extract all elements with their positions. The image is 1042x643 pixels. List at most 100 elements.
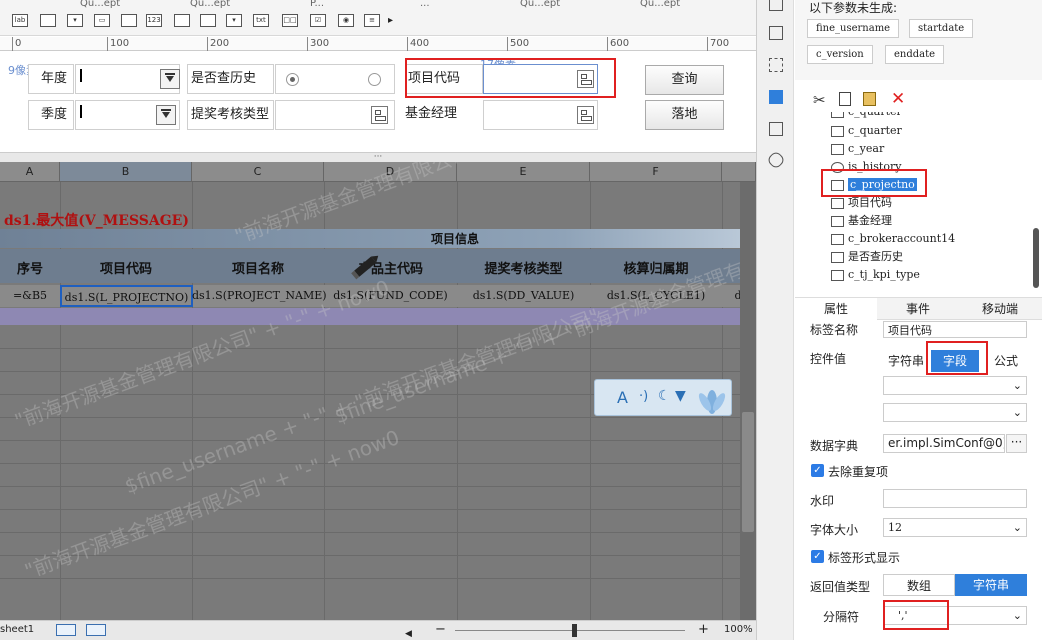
label-widget-icon[interactable]: lab [12,14,28,27]
header-cell[interactable]: 序号 [0,258,60,277]
ime-skin-icon[interactable]: ▼ [675,388,686,404]
number-icon[interactable]: ▭ [94,14,110,27]
vertical-scrollbar[interactable] [740,182,756,622]
reward-type-tree-combo[interactable] [275,100,395,130]
param-chip[interactable]: enddate [885,45,945,64]
tree-item[interactable]: 基金经理 [831,212,892,229]
header-cell[interactable]: 产品主代码 [324,258,457,277]
tree-combo-icon[interactable] [200,14,216,27]
more-icon[interactable]: ▸ [388,15,393,26]
quarter-combo[interactable] [75,100,180,130]
file-tab[interactable]: Qu...ept [520,0,560,8]
return-string-option[interactable]: 字符串 [955,574,1027,596]
data-cell[interactable]: =&B5 [0,285,60,307]
param-chip[interactable]: startdate [909,19,974,38]
column-header[interactable] [722,162,756,182]
param-chip[interactable]: c_version [807,45,873,64]
data-cell-selected[interactable]: ds1.S(L_PROJECTNO) [60,285,193,307]
fund-manager-tree-combo[interactable] [483,100,598,130]
ime-moon-icon[interactable]: ☾ [658,388,671,404]
layout-icon[interactable] [769,0,783,11]
data-cell[interactable]: ds1.S(DD_VALUE) [457,285,590,307]
column-header[interactable]: C [192,162,324,182]
list-icon[interactable]: ≡ [364,14,380,27]
pane-splitter[interactable]: ··· [0,152,756,162]
copy-icon[interactable] [839,92,851,106]
group-header-band[interactable]: 项目信息 [0,229,756,248]
year-combo[interactable] [75,64,180,94]
tree-scrollbar[interactable] [1033,228,1039,288]
file-tab[interactable]: Qu...ept [640,0,680,8]
ime-punct-icon[interactable]: ·) [639,389,648,404]
tab-mobile[interactable]: 移动端 [959,298,1041,320]
delete-icon[interactable]: ✕ [891,89,905,109]
file-tab[interactable]: P... [310,0,324,8]
seg-string[interactable]: 字符串 [885,350,927,372]
cut-icon[interactable]: ✂ [813,91,826,109]
tree-item[interactable]: c_brokeraccount14 [831,230,955,247]
tree-icon[interactable] [577,106,594,124]
tree-item[interactable]: c_quarter [831,112,902,120]
column-header[interactable]: B [60,162,192,182]
add-poly-sheet-icon[interactable] [86,624,106,636]
ellipsis-button[interactable]: ··· [1006,434,1027,453]
tree-item[interactable]: c_tj_kpi_type [831,266,920,283]
datetime-icon[interactable]: ▾ [226,14,242,27]
radio-yes[interactable] [286,73,299,86]
button-group-icon[interactable]: □□ [282,14,298,27]
tree-item[interactable]: c_year [831,140,884,157]
widget-settings-icon[interactable] [769,90,783,104]
textfield-icon[interactable] [40,14,56,27]
file-tab[interactable]: Qu...ept [190,0,230,8]
list-panel-icon[interactable] [769,122,783,136]
export-button[interactable]: 落地 [645,100,724,130]
checkbox-group-icon[interactable]: ☑ [310,14,326,27]
header-cell[interactable]: 项目名称 [192,258,324,277]
dropdown-arrow-icon[interactable] [160,69,180,89]
radio-group-icon[interactable]: ◉ [338,14,354,27]
link-icon[interactable] [766,150,786,170]
data-dict-field[interactable]: er.impl.SimConf@0]] [883,434,1005,453]
label-style-checkbox[interactable]: ✓ [811,550,824,563]
scroll-left-icon[interactable]: ◀ [405,625,412,643]
header-cell[interactable]: 提奖考核类型 [457,258,590,277]
column-header[interactable]: A [0,162,60,182]
zoom-slider-track[interactable] [455,630,685,631]
add-sheet-icon[interactable] [56,624,76,636]
tree-combo-icon[interactable] [174,14,190,27]
sheet-tab[interactable]: sheet1 [0,621,34,639]
label-name-field[interactable]: 项目代码 [883,321,1027,338]
tree-item[interactable]: c_quarter [831,122,902,139]
tree-item[interactable]: 是否查历史 [831,248,903,265]
paste-icon[interactable] [863,92,876,106]
text-icon[interactable]: txt [253,14,269,27]
tab-attributes[interactable]: 属性 [795,298,877,320]
file-tab[interactable]: ... [420,0,430,8]
tree-icon[interactable] [371,106,388,124]
report-grid[interactable]: A B C D E F ds1.最大值(V_MESSAGE) 项目信息 序号 项… [0,162,756,622]
frame-icon[interactable] [769,58,783,72]
number-field-icon[interactable] [121,14,137,27]
spinner-icon[interactable]: 123 [146,14,162,27]
field-dataset-select[interactable]: ⌄ [883,376,1027,395]
return-array-option[interactable]: 数组 [883,574,955,596]
widget-tree[interactable]: c_quarter c_quarter c_year is_history c_… [805,112,1027,287]
font-size-select[interactable]: 12 ⌄ [883,518,1027,537]
report-title-cell[interactable]: ds1.最大值(V_MESSAGE) [4,210,189,230]
header-cell[interactable]: 项目代码 [60,258,192,277]
dedupe-checkbox[interactable]: ✓ [811,464,824,477]
query-button[interactable]: 查询 [645,65,724,95]
radio-no[interactable] [368,73,381,86]
watermark-field[interactable] [883,489,1027,508]
param-chip[interactable]: fine_username [807,19,900,38]
field-column-select[interactable]: ⌄ [883,403,1027,422]
column-header[interactable]: E [457,162,590,182]
file-tab-strip[interactable]: Qu...ept Qu...ept P... ... Qu...ept Qu..… [40,0,740,8]
dropdown-arrow-icon[interactable] [156,105,176,125]
zoom-in-button[interactable]: + [698,621,709,639]
zoom-slider-thumb[interactable] [572,624,577,637]
ime-mode-label[interactable]: A [617,388,628,407]
component-lib-icon[interactable] [769,26,783,40]
combobox-icon[interactable]: ▾ [67,14,83,27]
scrollbar-thumb[interactable] [742,412,754,532]
